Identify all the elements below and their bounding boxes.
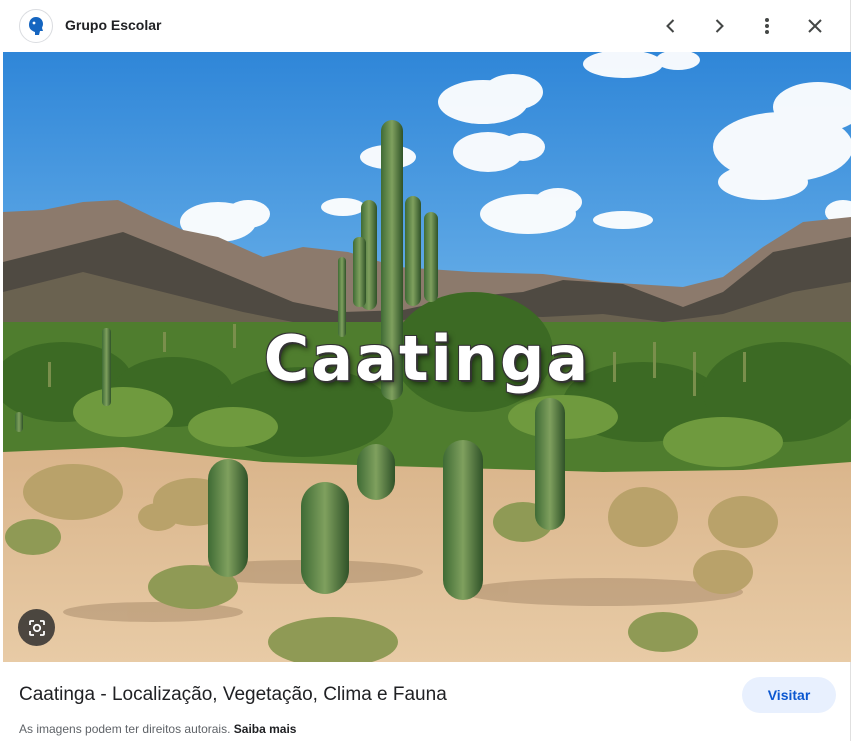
google-lens-icon (28, 619, 45, 636)
previous-button[interactable] (651, 6, 691, 46)
close-icon (808, 19, 822, 33)
viewer-header: Grupo Escolar (0, 0, 851, 52)
copyright-notice-text: As imagens podem ter direitos autorais. (19, 722, 231, 736)
image-viewer-panel: Grupo Escolar Caatinga Caatinga - Locali… (0, 0, 851, 741)
preview-image[interactable]: Caatinga (3, 52, 851, 662)
next-button[interactable] (699, 6, 739, 46)
blue-head-logo-icon (29, 17, 43, 35)
result-page-title[interactable]: Caatinga - Localização, Vegetação, Clima… (19, 684, 447, 706)
more-vert-icon (765, 18, 769, 34)
visit-button[interactable]: Visitar (742, 677, 836, 713)
chevron-left-icon (666, 19, 675, 33)
source-logo[interactable] (19, 9, 53, 43)
source-name[interactable]: Grupo Escolar (65, 17, 161, 33)
more-options-button[interactable] (747, 6, 787, 46)
google-lens-button[interactable] (18, 609, 55, 646)
image-overlay-title: Caatinga (263, 322, 591, 395)
copyright-notice: As imagens podem ter direitos autorais. … (19, 722, 296, 736)
learn-more-link[interactable]: Saiba mais (234, 722, 297, 736)
chevron-right-icon (715, 19, 724, 33)
close-button[interactable] (795, 6, 835, 46)
